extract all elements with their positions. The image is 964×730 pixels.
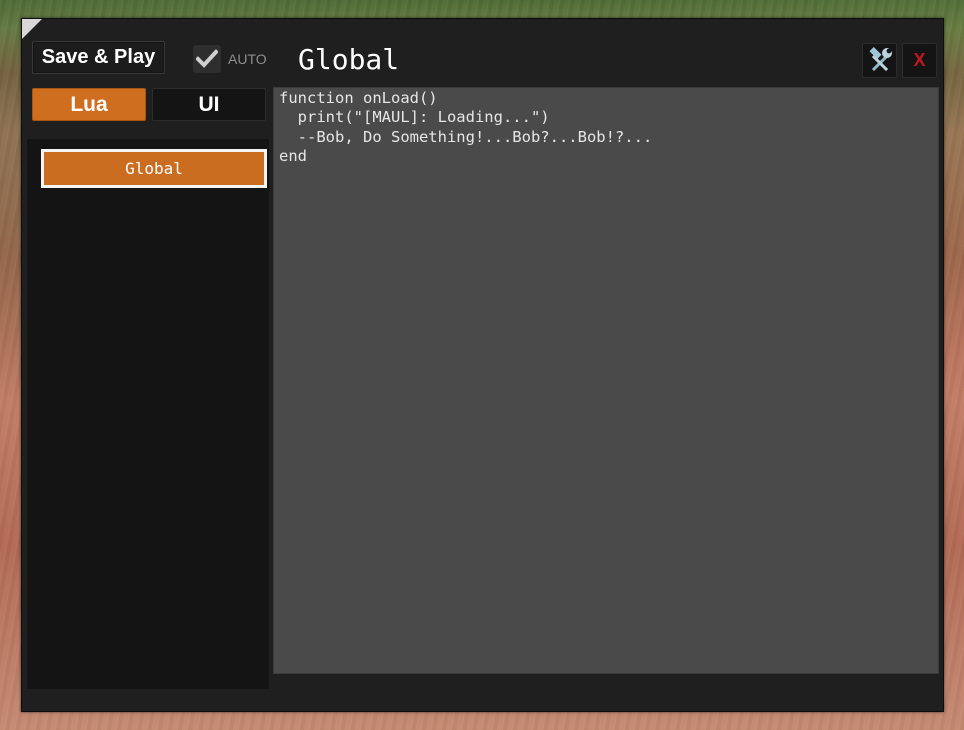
window-corner-handle[interactable] bbox=[22, 19, 42, 39]
script-item-global[interactable]: Global bbox=[41, 149, 267, 188]
code-line: function onLoad() bbox=[279, 89, 438, 107]
code-line: --Bob, Do Something!...Bob?...Bob!?... bbox=[279, 127, 653, 146]
close-button[interactable]: X bbox=[902, 43, 937, 78]
code-line: print("[MAUL]: Loading...") bbox=[279, 108, 550, 127]
tools-button[interactable] bbox=[862, 43, 897, 78]
tools-icon bbox=[868, 46, 892, 71]
code-editor[interactable]: function onLoad() print("[MAUL]: Loading… bbox=[273, 87, 939, 674]
tab-ui[interactable]: UI bbox=[152, 88, 266, 121]
code-line: end bbox=[279, 146, 307, 165]
script-list: Global bbox=[27, 139, 269, 689]
auto-label: AUTO bbox=[228, 51, 267, 67]
script-editor-window: Save & Play AUTO Global X Lua UI Global … bbox=[21, 18, 944, 712]
page-title: Global bbox=[298, 43, 400, 76]
tab-lua[interactable]: Lua bbox=[32, 88, 146, 121]
checkmark-icon bbox=[196, 49, 218, 68]
save-and-play-button[interactable]: Save & Play bbox=[32, 41, 165, 74]
auto-checkbox[interactable] bbox=[193, 45, 221, 73]
